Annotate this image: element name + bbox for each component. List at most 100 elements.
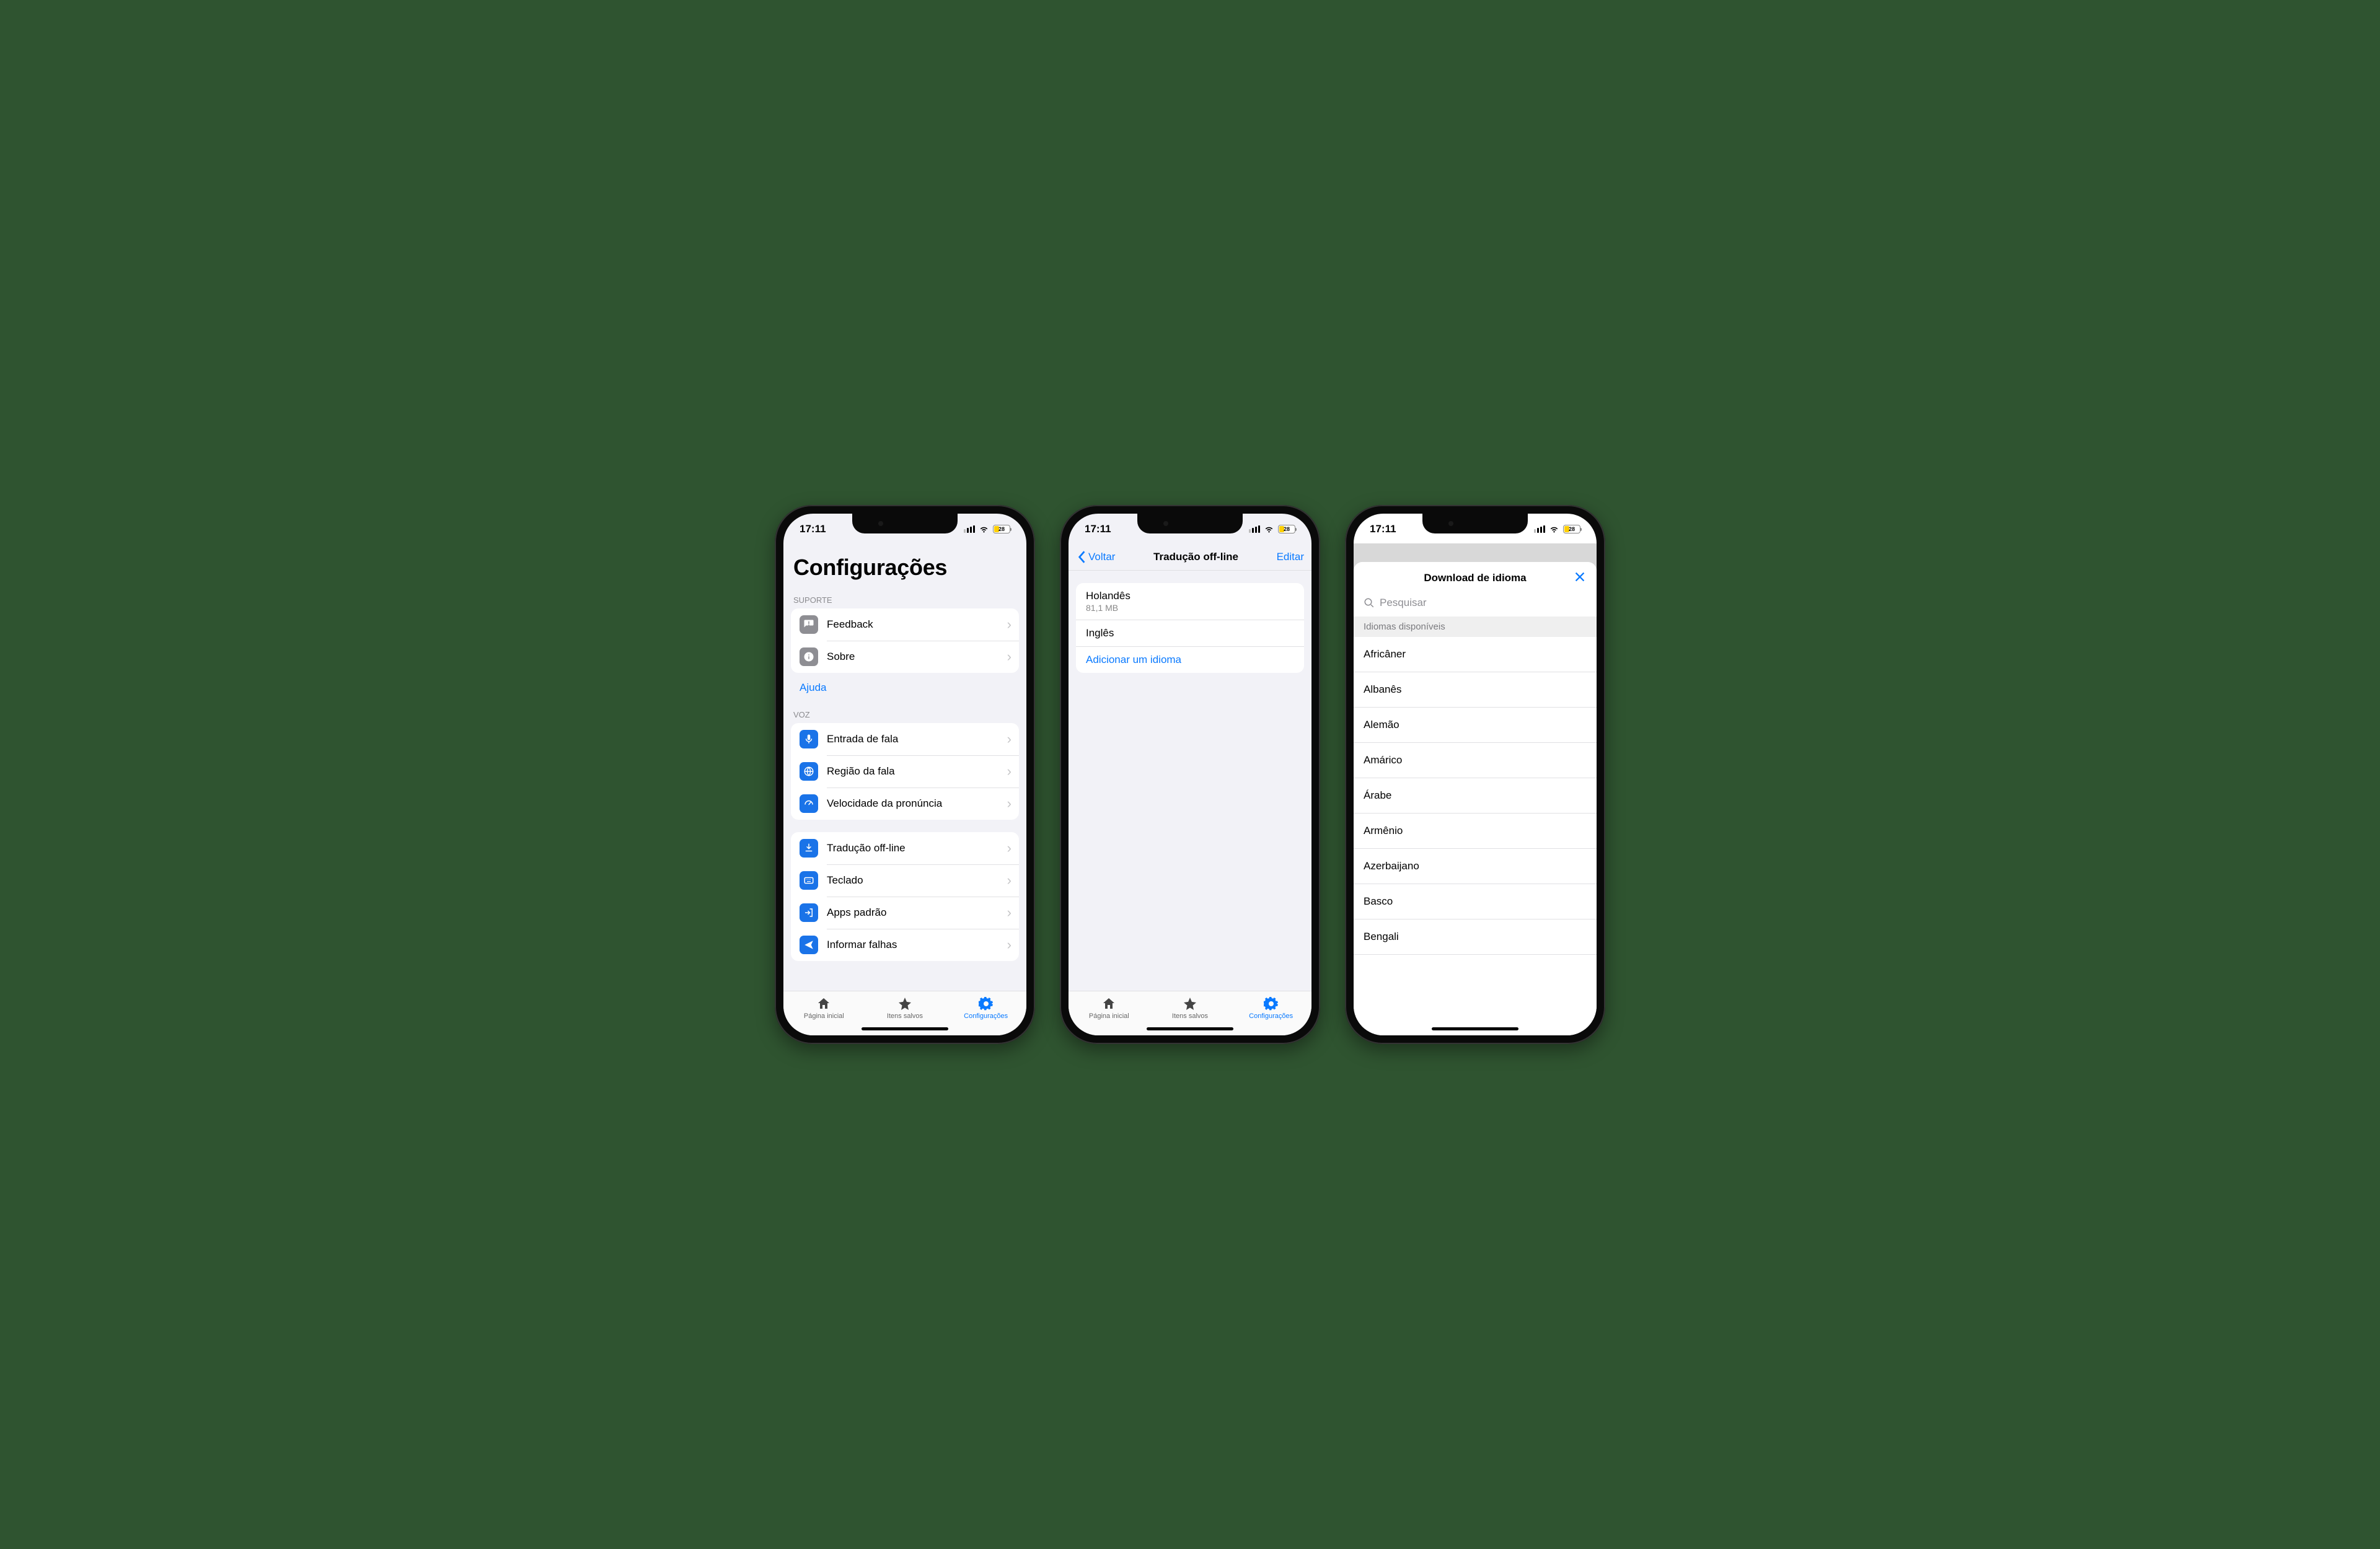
row-sobre-label: Sobre — [827, 651, 998, 663]
home-indicator[interactable] — [862, 1027, 948, 1030]
tab-home[interactable]: Página inicial — [784, 996, 864, 1020]
row-feedback[interactable]: Feedback › — [791, 608, 1019, 641]
star-icon — [897, 996, 912, 1011]
cellular-signal-icon — [1249, 525, 1260, 533]
language-row[interactable]: Armênio — [1354, 814, 1597, 849]
language-row[interactable]: Azerbaijano — [1354, 849, 1597, 884]
chevron-right-icon: › — [1007, 840, 1011, 856]
row-entrada-fala[interactable]: Entrada de fala › — [791, 723, 1019, 755]
cellular-signal-icon — [1534, 525, 1545, 533]
status-time: 17:11 — [800, 523, 826, 535]
row-lang-label: Holandês — [1086, 590, 1294, 602]
tab-saved[interactable]: Itens salvos — [865, 996, 945, 1020]
status-time: 17:11 — [1370, 523, 1396, 535]
speed-icon — [800, 794, 818, 813]
row-informar-label: Informar falhas — [827, 939, 998, 951]
info-icon — [800, 647, 818, 666]
keyboard-icon — [800, 871, 818, 890]
search-placeholder: Pesquisar — [1380, 597, 1427, 609]
row-lang-ingles[interactable]: Inglês — [1076, 620, 1304, 646]
page-title: Configurações — [793, 555, 1016, 581]
language-list[interactable]: AfricânerAlbanêsAlemãoAmáricoÁrabeArmêni… — [1354, 637, 1597, 1035]
chevron-right-icon: › — [1007, 731, 1011, 747]
chevron-right-icon: › — [1007, 796, 1011, 812]
row-sobre[interactable]: Sobre › — [791, 641, 1019, 673]
wifi-icon — [1264, 523, 1274, 536]
download-icon — [800, 839, 818, 858]
search-input[interactable]: Pesquisar — [1354, 594, 1597, 617]
nav-header: Voltar Tradução off-line Editar — [1069, 543, 1311, 571]
feedback-icon — [800, 615, 818, 634]
back-button[interactable]: Voltar — [1076, 550, 1115, 564]
row-lang-size: 81,1 MB — [1086, 603, 1294, 613]
row-add-language[interactable]: Adicionar um idioma — [1076, 646, 1304, 673]
row-traducao-offline[interactable]: Tradução off-line › — [791, 832, 1019, 864]
wifi-icon — [979, 523, 989, 536]
row-apps-label: Apps padrão — [827, 906, 998, 919]
row-lang-label: Inglês — [1086, 627, 1294, 639]
chevron-right-icon: › — [1007, 905, 1011, 921]
edit-button[interactable]: Editar — [1277, 551, 1304, 563]
row-apps-padrao[interactable]: Apps padrão › — [791, 897, 1019, 929]
row-feedback-label: Feedback — [827, 618, 998, 631]
home-indicator[interactable] — [1147, 1027, 1233, 1030]
language-row[interactable]: Africâner — [1354, 637, 1597, 672]
download-language-sheet: Download de idioma Pesquisar Idiomas dis… — [1354, 562, 1597, 1035]
language-row[interactable]: Basco — [1354, 884, 1597, 919]
send-icon — [800, 936, 818, 954]
tab-saved[interactable]: Itens salvos — [1150, 996, 1230, 1020]
chevron-right-icon: › — [1007, 937, 1011, 953]
section-header-voz: VOZ — [783, 703, 1026, 723]
sheet-title: Download de idioma — [1424, 572, 1526, 584]
row-velocidade[interactable]: Velocidade da pronúncia › — [791, 788, 1019, 820]
exit-icon — [800, 903, 818, 922]
row-teclado-label: Teclado — [827, 874, 998, 887]
notch — [852, 514, 958, 533]
status-time: 17:11 — [1085, 523, 1111, 535]
tab-home[interactable]: Página inicial — [1069, 996, 1149, 1020]
language-row[interactable]: Amárico — [1354, 743, 1597, 778]
notch — [1137, 514, 1243, 533]
link-ajuda[interactable]: Ajuda — [783, 673, 1026, 703]
home-icon — [816, 996, 831, 1011]
row-regiao-label: Região da fala — [827, 765, 998, 778]
tab-saved-label: Itens salvos — [1172, 1012, 1208, 1020]
home-icon — [1101, 996, 1116, 1011]
tab-settings[interactable]: Configurações — [1231, 996, 1311, 1020]
row-informar-falhas[interactable]: Informar falhas › — [791, 929, 1019, 961]
x-icon — [1573, 570, 1587, 584]
nav-title: Tradução off-line — [1153, 551, 1238, 563]
battery-icon: 28 — [993, 525, 1010, 533]
chevron-right-icon: › — [1007, 649, 1011, 665]
gear-icon — [979, 996, 994, 1011]
mic-icon — [800, 730, 818, 748]
language-row[interactable]: Albanês — [1354, 672, 1597, 708]
row-velocidade-label: Velocidade da pronúncia — [827, 797, 998, 810]
close-button[interactable] — [1573, 570, 1587, 586]
row-regiao-fala[interactable]: Região da fala › — [791, 755, 1019, 788]
chevron-right-icon: › — [1007, 617, 1011, 633]
language-row[interactable]: Alemão — [1354, 708, 1597, 743]
chevron-right-icon: › — [1007, 872, 1011, 889]
offline-languages-list: Holandês 81,1 MB Inglês Adicionar um idi… — [1076, 583, 1304, 673]
search-icon — [1364, 597, 1375, 608]
gear-icon — [1264, 996, 1279, 1011]
battery-icon: 28 — [1278, 525, 1295, 533]
wifi-icon — [1549, 523, 1559, 536]
home-indicator[interactable] — [1432, 1027, 1518, 1030]
cellular-signal-icon — [964, 525, 975, 533]
group-voz: Entrada de fala › Região da fala › — [791, 723, 1019, 820]
tab-settings[interactable]: Configurações — [946, 996, 1026, 1020]
tab-home-label: Página inicial — [1089, 1012, 1129, 1020]
section-header-suporte: SUPORTE — [783, 588, 1026, 608]
tab-saved-label: Itens salvos — [887, 1012, 923, 1020]
language-row[interactable]: Bengali — [1354, 919, 1597, 955]
phone-frame-3: 17:11 28 Download de idioma — [1345, 505, 1605, 1044]
language-row[interactable]: Árabe — [1354, 778, 1597, 814]
notch — [1422, 514, 1528, 533]
phone-frame-2: 17:11 28 Voltar Tradução off-line Editar — [1060, 505, 1320, 1044]
chevron-right-icon: › — [1007, 763, 1011, 779]
row-teclado[interactable]: Teclado › — [791, 864, 1019, 897]
row-lang-holandes[interactable]: Holandês 81,1 MB — [1076, 583, 1304, 620]
tab-settings-label: Configurações — [964, 1012, 1008, 1020]
